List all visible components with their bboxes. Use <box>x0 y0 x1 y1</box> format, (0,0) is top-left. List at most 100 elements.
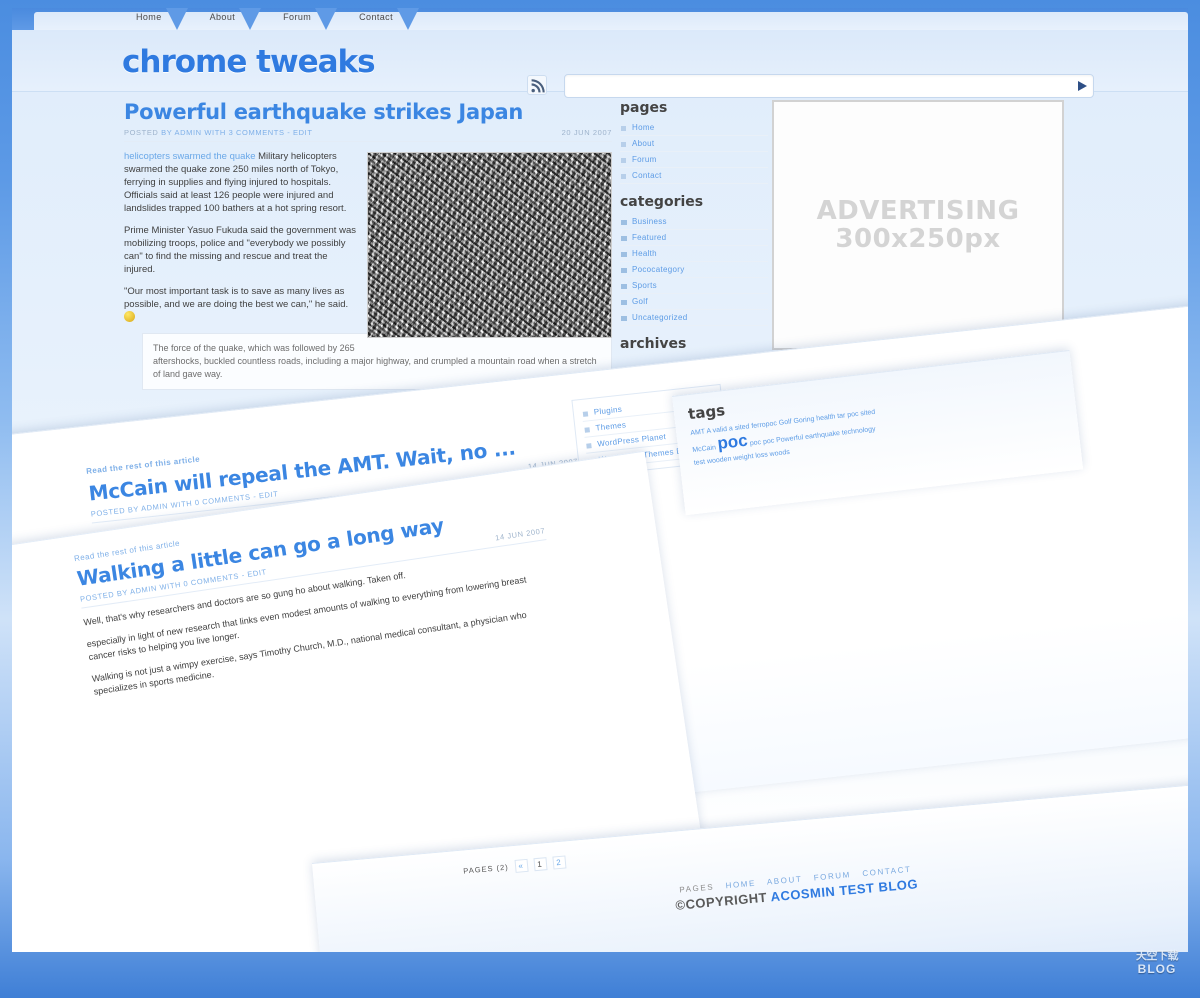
widget-title: categories <box>620 194 704 210</box>
tag-item[interactable]: technology <box>842 426 876 437</box>
search-input[interactable] <box>571 77 1051 95</box>
ad-line-2: 300x250px <box>835 224 1001 254</box>
footer-link-forum[interactable]: FORUM <box>813 870 851 882</box>
primary-nav[interactable]: Home About Forum Contact <box>12 8 1188 30</box>
search-submit-icon[interactable] <box>1078 81 1087 91</box>
tag-item[interactable]: weight loss <box>733 451 768 462</box>
sidebar-item-business[interactable]: Business <box>620 214 768 230</box>
tag-item[interactable]: poc <box>749 439 761 447</box>
square-bullet-icon <box>621 252 627 257</box>
nav-tab-about[interactable]: About <box>196 8 270 30</box>
categories-list: Business Featured Health Pococategory Sp… <box>620 214 768 326</box>
sidebar-item-label: Uncategorized <box>632 313 688 322</box>
post-title[interactable]: Powerful earthquake strikes Japan <box>124 100 612 124</box>
post-thumbnail-image <box>367 152 612 338</box>
post-meta-author[interactable]: BY ADMIN <box>161 128 202 137</box>
pagination[interactable]: PAGES (2) « 1 2 <box>462 855 567 877</box>
square-bullet-icon <box>621 220 627 225</box>
smiley-icon <box>124 311 135 322</box>
browser-viewport: Home About Forum Contact chrome tweaks P… <box>12 8 1188 952</box>
bullet-icon <box>621 142 626 147</box>
sidebar-item-forum[interactable]: Forum <box>620 152 768 168</box>
sidebar-item-about[interactable]: About <box>620 136 768 152</box>
post-body: helicopters swarmed the quake Military h… <box>124 150 612 390</box>
tag-item[interactable]: Powerful earthquake <box>776 430 841 444</box>
bullet-icon <box>582 411 589 417</box>
tag-item[interactable]: test <box>693 459 705 467</box>
site-header: chrome tweaks <box>12 30 1188 98</box>
tag-item[interactable]: health <box>816 413 836 422</box>
sidebar-item-label: About <box>632 139 655 148</box>
footer-link-home[interactable]: HOME <box>725 879 756 891</box>
tag-item[interactable]: woods <box>769 449 790 458</box>
inline-link[interactable]: helicopters swarmed the quake <box>124 151 256 162</box>
tag-item[interactable]: tar <box>837 412 846 420</box>
post-date: 14 JUN 2007 <box>494 526 546 543</box>
pagination-page-1[interactable]: 1 <box>533 857 548 872</box>
post-paragraph-text: "Our most important task is to save as m… <box>124 286 349 310</box>
nav-tab-forum[interactable]: Forum <box>269 8 345 30</box>
site-logo[interactable]: chrome tweaks <box>122 44 376 80</box>
sidebar-item-label: Home <box>632 123 655 132</box>
ad-line-1: ADVERTISING <box>816 196 1020 226</box>
square-bullet-icon <box>621 236 627 241</box>
square-bullet-icon <box>621 268 627 273</box>
pagination-label: PAGES (2) <box>462 862 510 876</box>
bullet-icon <box>584 427 590 433</box>
pagination-prev[interactable]: « <box>514 858 529 873</box>
post-meta-posted: POSTED <box>124 128 159 137</box>
search-box[interactable] <box>564 74 1094 98</box>
sidebar-item-label: Business <box>632 217 667 226</box>
pages-list: Home About Forum Contact <box>620 120 768 184</box>
sidebar-item-uncategorized[interactable]: Uncategorized <box>620 310 768 326</box>
rss-icon[interactable] <box>527 75 547 95</box>
nav-tab-label: About <box>209 12 236 22</box>
top-tab-strip: Home About Forum Contact <box>12 8 1188 30</box>
sidebar-item-label: Contact <box>632 171 662 180</box>
square-bullet-icon <box>621 284 627 289</box>
sidebar-item-sports[interactable]: Sports <box>620 278 768 294</box>
bullet-icon <box>586 443 592 449</box>
tag-item[interactable]: poc <box>847 411 859 419</box>
footer-link-contact[interactable]: CONTACT <box>862 865 912 878</box>
post-meta: POSTED BY ADMIN WITH 3 COMMENTS - EDIT 2… <box>124 128 612 142</box>
nav-tab-contact[interactable]: Contact <box>345 8 427 30</box>
sidebar-item-contact[interactable]: Contact <box>620 168 768 184</box>
bullet-icon <box>621 174 626 179</box>
watermark-logo: 天空下载 BLOG <box>1120 950 1194 994</box>
pagination-page-2[interactable]: 2 <box>551 855 567 870</box>
tag-item[interactable]: Golf <box>778 418 792 426</box>
footer-nav-label: PAGES <box>678 882 715 895</box>
tag-item[interactable]: AMT <box>690 428 705 437</box>
widget-title: pages <box>620 100 668 116</box>
sidebar-item-featured[interactable]: Featured <box>620 230 768 246</box>
outer-blue-frame: Home About Forum Contact chrome tweaks P… <box>0 0 1200 998</box>
sidebar-column: pages Home About Forum Contact categorie… <box>620 100 768 362</box>
bullet-icon <box>621 158 626 163</box>
link-item-label: Plugins <box>593 404 623 417</box>
post-meta-comments[interactable]: WITH 3 COMMENTS - EDIT <box>204 128 312 137</box>
bullet-icon <box>621 126 626 131</box>
widget-title: archives <box>620 336 687 352</box>
tag-item[interactable]: ferropoc <box>751 420 777 430</box>
sidebar-item-label: Health <box>632 249 657 258</box>
footer-link-about[interactable]: ABOUT <box>766 874 802 886</box>
nav-tab-label: Contact <box>359 12 393 22</box>
sidebar-item-home[interactable]: Home <box>620 120 768 136</box>
tag-item-large[interactable]: poc <box>716 431 748 453</box>
widget-categories: categories Business Featured Health Poco… <box>620 194 768 326</box>
sidebar-item-golf[interactable]: Golf <box>620 294 768 310</box>
tag-item[interactable]: poc <box>763 438 775 446</box>
tag-item[interactable]: McCain <box>692 444 716 454</box>
nav-tab-home[interactable]: Home <box>122 8 196 30</box>
sidebar-item-pococategory[interactable]: Pococategory <box>620 262 768 278</box>
tag-item[interactable]: wooden <box>707 456 732 466</box>
tag-item[interactable]: Goring <box>793 416 815 425</box>
advertising-placeholder[interactable]: ADVERTISING 300x250px <box>772 100 1064 350</box>
square-bullet-icon <box>621 316 627 321</box>
link-item-label: Themes <box>595 420 627 433</box>
sidebar-item-health[interactable]: Health <box>620 246 768 262</box>
nav-tab-label: Home <box>136 12 162 22</box>
tag-item[interactable]: sited <box>860 409 876 418</box>
post-earthquake: Powerful earthquake strikes Japan POSTED… <box>124 100 612 390</box>
